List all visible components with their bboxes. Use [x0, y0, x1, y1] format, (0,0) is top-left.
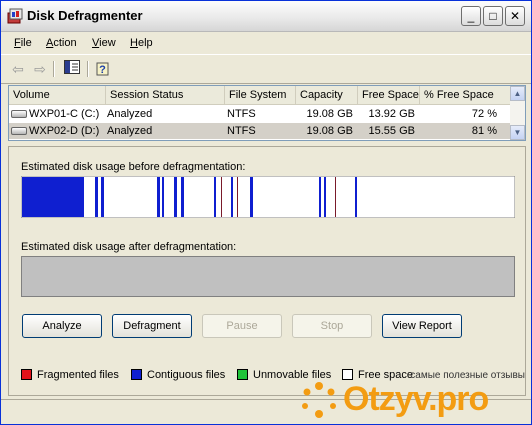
analyze-button[interactable]: Analyze [22, 314, 102, 338]
drive-icon [11, 127, 27, 136]
before-defrag-map [21, 176, 515, 218]
contiguous-swatch [131, 369, 142, 380]
capacity-cell: 19.08 GB [306, 108, 353, 120]
map-block-contiguous [250, 177, 253, 217]
free-space-cell: 13.92 GB [368, 108, 415, 120]
toolbar-separator-2 [87, 61, 89, 77]
disk-defragmenter-window: Disk Defragmenter _ □ ✕ File Action View… [0, 0, 532, 425]
menu-action-rest: ction [53, 37, 77, 49]
maximize-button[interactable]: □ [483, 6, 503, 26]
fragmented-swatch [21, 369, 32, 380]
column-capacity[interactable]: Capacity [296, 86, 358, 104]
map-block-contiguous [22, 177, 84, 217]
map-block-contiguous [324, 177, 326, 217]
capacity-cell: 19.08 GB [306, 125, 353, 137]
after-map-label: Estimated disk usage after defragmentati… [21, 241, 237, 253]
map-block-contiguous [319, 177, 321, 217]
column-pct-free-space[interactable]: % Free Space [420, 86, 512, 104]
volume-list-header: Volume Session Status File System Capaci… [9, 86, 512, 105]
toolbar-separator [53, 61, 55, 77]
volume-row[interactable]: WXP01-C (C:) Analyzed NTFS 19.08 GB 13.9… [9, 106, 512, 122]
view-report-button[interactable]: View Report [382, 314, 462, 338]
otzyv-logo-icon [302, 382, 336, 418]
menu-view[interactable]: View [92, 37, 116, 49]
pct-free-space-cell: 72 % [471, 108, 497, 120]
minimize-icon: _ [467, 9, 475, 23]
back-icon[interactable]: ⇦ [9, 60, 27, 78]
session-status-cell: Analyzed [107, 108, 153, 120]
menu-help-accel: H [130, 37, 138, 49]
map-block-contiguous [95, 177, 98, 217]
watermark-brand: Otzyv.pro [343, 380, 489, 418]
menu-help[interactable]: Help [130, 37, 153, 49]
file-system-cell: NTFS [227, 125, 256, 137]
volume-list[interactable]: Volume Session Status File System Capaci… [8, 85, 526, 141]
map-block-contiguous [101, 177, 104, 217]
window-title: Disk Defragmenter [27, 8, 143, 23]
free-space-cell: 15.55 GB [368, 125, 415, 137]
map-block-contiguous [157, 177, 160, 217]
minimize-button[interactable]: _ [461, 6, 481, 26]
volume-list-scrollbar[interactable]: ▲ ▼ [510, 86, 525, 140]
column-session-status[interactable]: Session Status [106, 86, 225, 104]
defragmenter-app-icon [7, 8, 23, 24]
after-defrag-map [21, 256, 515, 297]
menu-file[interactable]: File [14, 37, 32, 49]
volume-cell: WXP01-C (C:) [11, 106, 99, 122]
file-system-cell: NTFS [227, 108, 256, 120]
map-block-fragmented [237, 177, 238, 217]
show-hide-console-tree-icon[interactable] [63, 60, 81, 78]
volume-name: WXP02-D (D:) [29, 125, 100, 137]
menu-file-rest: ile [20, 37, 32, 49]
close-icon: ✕ [509, 9, 521, 23]
session-status-cell: Analyzed [107, 125, 153, 137]
scroll-down-icon[interactable]: ▼ [510, 125, 525, 140]
help-icon[interactable]: ? [94, 60, 112, 78]
column-file-system[interactable]: File System [225, 86, 296, 104]
legend-contiguous: Contiguous files [147, 369, 226, 381]
pause-button[interactable]: Pause [202, 314, 282, 338]
drive-icon [11, 110, 27, 119]
maximize-icon: □ [489, 9, 497, 23]
menu-bar: File Action View Help [1, 32, 531, 54]
map-block-contiguous [181, 177, 184, 217]
pct-free-space-cell: 81 % [471, 125, 497, 137]
svg-text:?: ? [99, 64, 106, 76]
map-block-contiguous [174, 177, 177, 217]
defragment-button[interactable]: Defragment [112, 314, 192, 338]
toolbar: ⇦ ⇨ ? [1, 54, 531, 84]
menu-help-rest: elp [137, 37, 153, 49]
map-block-contiguous [355, 177, 357, 217]
otzyv-watermark: самые полезные отзывы Otzyv.pro [299, 370, 527, 420]
map-block-contiguous [162, 177, 164, 217]
legend-fragmented: Fragmented files [37, 369, 119, 381]
map-block-contiguous [214, 177, 216, 217]
map-block-fragmented [335, 177, 336, 217]
map-block-contiguous [231, 177, 233, 217]
volume-name: WXP01-C (C:) [29, 108, 100, 120]
title-bar[interactable]: Disk Defragmenter _ □ ✕ [1, 1, 531, 32]
map-block-fragmented [221, 177, 222, 217]
menu-file-accel: F [14, 37, 21, 49]
volume-cell: WXP02-D (D:) [11, 123, 99, 139]
menu-action[interactable]: Action [46, 37, 77, 49]
close-button[interactable]: ✕ [505, 6, 525, 26]
stop-button[interactable]: Stop [292, 314, 372, 338]
volume-row-selected[interactable]: WXP02-D (D:) Analyzed NTFS 19.08 GB 15.5… [9, 123, 512, 139]
column-volume[interactable]: Volume [9, 86, 106, 104]
unmovable-swatch [237, 369, 248, 380]
column-free-space[interactable]: Free Space [358, 86, 420, 104]
menu-view-rest: iew [99, 37, 116, 49]
before-map-label: Estimated disk usage before defragmentat… [21, 161, 246, 173]
forward-icon[interactable]: ⇨ [31, 60, 49, 78]
scroll-up-icon[interactable]: ▲ [510, 86, 525, 101]
